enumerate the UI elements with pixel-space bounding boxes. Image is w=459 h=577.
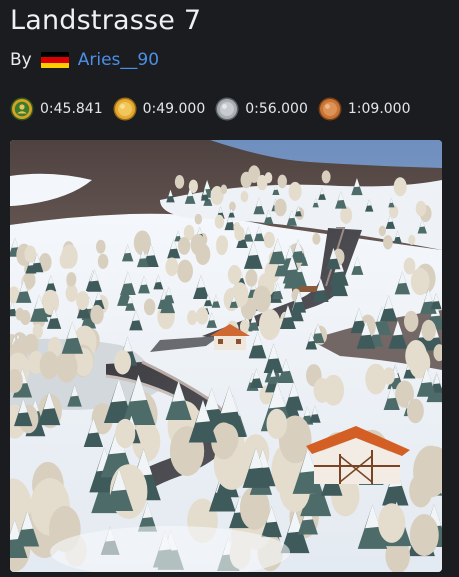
tree — [196, 307, 209, 325]
tree — [245, 269, 258, 287]
tree — [20, 310, 31, 326]
tree — [403, 310, 419, 332]
tree — [177, 236, 191, 255]
tree — [66, 272, 77, 287]
tree — [97, 253, 109, 270]
tree — [216, 238, 228, 256]
tree — [263, 231, 275, 249]
tree — [274, 198, 287, 217]
medal-silver: 0:56.000 — [215, 97, 308, 121]
tree — [266, 408, 288, 440]
tree — [407, 398, 424, 424]
tree — [177, 259, 193, 283]
tree — [165, 257, 179, 277]
tree — [234, 226, 245, 241]
tree — [214, 214, 225, 229]
tree — [340, 206, 353, 224]
snowy-landscape-image — [10, 140, 442, 572]
tree — [277, 174, 287, 189]
tree — [240, 191, 249, 203]
tree — [24, 245, 37, 263]
tree — [95, 239, 106, 254]
medal-times: 0:45.841 0:49.000 0:56.000 1:09.000 — [10, 96, 421, 122]
tree — [421, 319, 436, 341]
tree — [403, 257, 416, 275]
tree — [220, 184, 228, 195]
tree — [405, 339, 427, 372]
tree — [252, 285, 272, 313]
tree — [143, 298, 156, 316]
tree — [365, 363, 387, 395]
author-time: 0:45.841 — [40, 101, 103, 117]
by-label: By — [10, 50, 32, 70]
tree — [312, 232, 321, 245]
tree — [76, 291, 90, 311]
tree — [321, 170, 331, 184]
tree — [409, 514, 439, 557]
author-link[interactable]: Aries__90 — [78, 50, 159, 70]
bronze-time: 1:09.000 — [347, 101, 411, 117]
medal-gold: 0:49.000 — [113, 97, 206, 121]
tree — [415, 200, 427, 217]
germany-flag-icon — [40, 51, 69, 69]
tree — [39, 351, 59, 380]
tree — [227, 264, 242, 285]
map-thumbnail-image[interactable] — [10, 140, 442, 572]
silver-medal-icon — [215, 97, 239, 121]
tree — [174, 175, 185, 189]
medal-author: 0:45.841 — [10, 97, 103, 121]
tree — [378, 225, 386, 237]
gold-medal-icon — [113, 97, 137, 121]
silver-time: 0:56.000 — [245, 101, 308, 117]
tree — [264, 172, 273, 184]
tree — [288, 181, 302, 201]
tree — [229, 201, 236, 212]
tree — [114, 349, 132, 375]
tree — [59, 251, 72, 269]
gold-time: 0:49.000 — [142, 101, 206, 117]
map-card: Landstrasse 7 By Aries__90 0:45.841 0:49… — [0, 0, 459, 577]
tree — [322, 374, 345, 406]
author-row: By Aries__90 — [10, 48, 159, 72]
tree — [194, 213, 203, 225]
tree — [55, 351, 78, 383]
map-title: Landstrasse 7 — [10, 5, 202, 36]
tree — [408, 234, 416, 246]
bronze-medal-icon — [318, 97, 342, 121]
author-medal-icon — [10, 97, 34, 121]
tree — [382, 235, 393, 250]
tree — [378, 503, 406, 543]
tree — [393, 177, 407, 197]
medal-bronze: 1:09.000 — [318, 97, 411, 121]
tree — [258, 308, 281, 341]
tree — [115, 418, 136, 449]
tree — [190, 233, 206, 256]
tree — [187, 310, 198, 326]
tree — [90, 304, 104, 325]
